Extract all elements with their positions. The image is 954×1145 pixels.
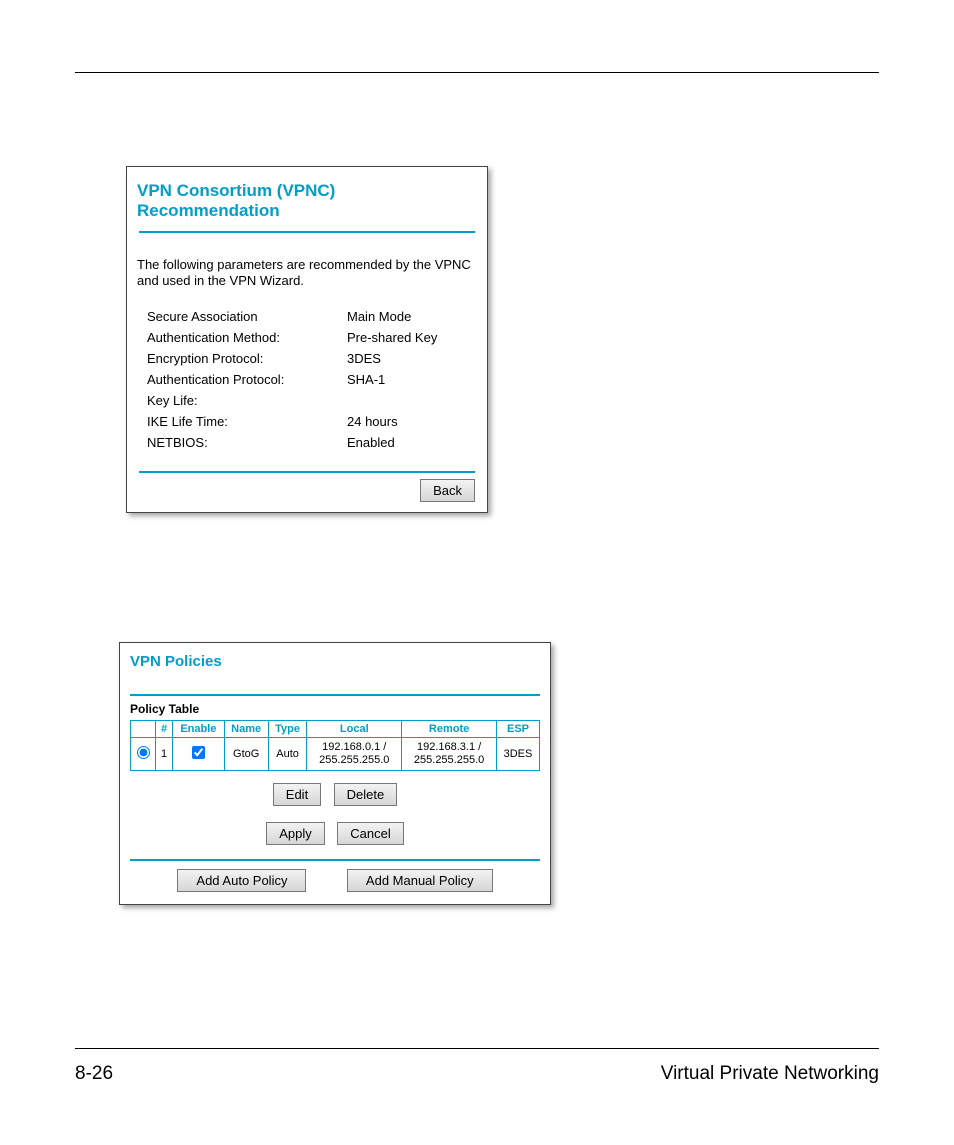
col-select — [131, 721, 156, 738]
vpnc-params-table: Secure AssociationMain Mode Authenticati… — [147, 306, 437, 453]
policy-name-cell: GtoG — [224, 738, 268, 771]
param-value: 24 hours — [347, 411, 437, 432]
param-key: Authentication Method: — [147, 327, 347, 348]
policy-select-radio[interactable] — [137, 746, 150, 759]
param-value: Main Mode — [347, 306, 437, 327]
param-key: Secure Association — [147, 306, 347, 327]
policy-enable-checkbox[interactable] — [192, 746, 205, 759]
policy-table: # Enable Name Type Local Remote ESP 1 Gt… — [130, 720, 540, 771]
page-number: 8-26 — [75, 1063, 113, 1085]
cancel-button[interactable]: Cancel — [337, 822, 403, 845]
add-manual-policy-button[interactable]: Add Manual Policy — [347, 869, 493, 892]
col-type: Type — [268, 721, 307, 738]
policy-add-row: Add Auto Policy Add Manual Policy — [120, 861, 550, 892]
policy-edit-row: Edit Delete — [120, 771, 550, 810]
policy-remote-cell: 192.168.3.1 / 255.255.255.0 — [402, 738, 497, 771]
col-name: Name — [224, 721, 268, 738]
back-button[interactable]: Back — [420, 479, 475, 502]
param-key: Encryption Protocol: — [147, 348, 347, 369]
vpnc-intro: The following parameters are recommended… — [127, 233, 487, 306]
delete-button[interactable]: Delete — [334, 783, 398, 806]
param-value: SHA-1 — [347, 369, 437, 390]
policy-header-row: # Enable Name Type Local Remote ESP — [131, 721, 540, 738]
param-value — [347, 390, 437, 411]
local-mask: 255.255.255.0 — [319, 754, 389, 766]
param-value: Enabled — [347, 432, 437, 453]
apply-button[interactable]: Apply — [266, 822, 325, 845]
col-enable: Enable — [173, 721, 224, 738]
policy-num-cell: 1 — [156, 738, 173, 771]
col-local: Local — [307, 721, 402, 738]
remote-ip: 192.168.3.1 / — [417, 741, 481, 753]
param-value: Pre-shared Key — [347, 327, 437, 348]
param-row: Encryption Protocol:3DES — [147, 348, 437, 369]
page-footer-title: Virtual Private Networking — [661, 1063, 879, 1085]
param-row: Key Life: — [147, 390, 437, 411]
param-row: Authentication Protocol:SHA-1 — [147, 369, 437, 390]
local-ip: 192.168.0.1 / — [322, 741, 386, 753]
param-row: IKE Life Time:24 hours — [147, 411, 437, 432]
param-key: IKE Life Time: — [147, 411, 347, 432]
param-row: Secure AssociationMain Mode — [147, 306, 437, 327]
param-row: NETBIOS:Enabled — [147, 432, 437, 453]
policy-local-cell: 192.168.0.1 / 255.255.255.0 — [307, 738, 402, 771]
policy-enable-cell — [173, 738, 224, 771]
vpnc-title: VPN Consortium (VPNC) Recommendation — [127, 181, 487, 231]
page-top-rule — [75, 72, 879, 73]
page-bottom-rule — [75, 1048, 879, 1049]
policy-type-cell: Auto — [268, 738, 307, 771]
vpn-policies-title: VPN Policies — [120, 653, 550, 694]
col-esp: ESP — [497, 721, 540, 738]
policy-esp-cell: 3DES — [497, 738, 540, 771]
param-row: Authentication Method:Pre-shared Key — [147, 327, 437, 348]
vpn-policies-panel: VPN Policies Policy Table # Enable Name … — [119, 642, 551, 905]
vpnc-recommendation-panel: VPN Consortium (VPNC) Recommendation The… — [126, 166, 488, 513]
param-key: Authentication Protocol: — [147, 369, 347, 390]
param-value: 3DES — [347, 348, 437, 369]
param-key: Key Life: — [147, 390, 347, 411]
col-remote: Remote — [402, 721, 497, 738]
col-num: # — [156, 721, 173, 738]
policy-select-cell — [131, 738, 156, 771]
edit-button[interactable]: Edit — [273, 783, 321, 806]
policy-apply-row: Apply Cancel — [120, 810, 550, 849]
policy-row: 1 GtoG Auto 192.168.0.1 / 255.255.255.0 … — [131, 738, 540, 771]
add-auto-policy-button[interactable]: Add Auto Policy — [177, 869, 306, 892]
vpnc-button-row: Back — [127, 473, 487, 504]
remote-mask: 255.255.255.0 — [414, 754, 484, 766]
policy-table-label: Policy Table — [120, 696, 550, 720]
param-key: NETBIOS: — [147, 432, 347, 453]
